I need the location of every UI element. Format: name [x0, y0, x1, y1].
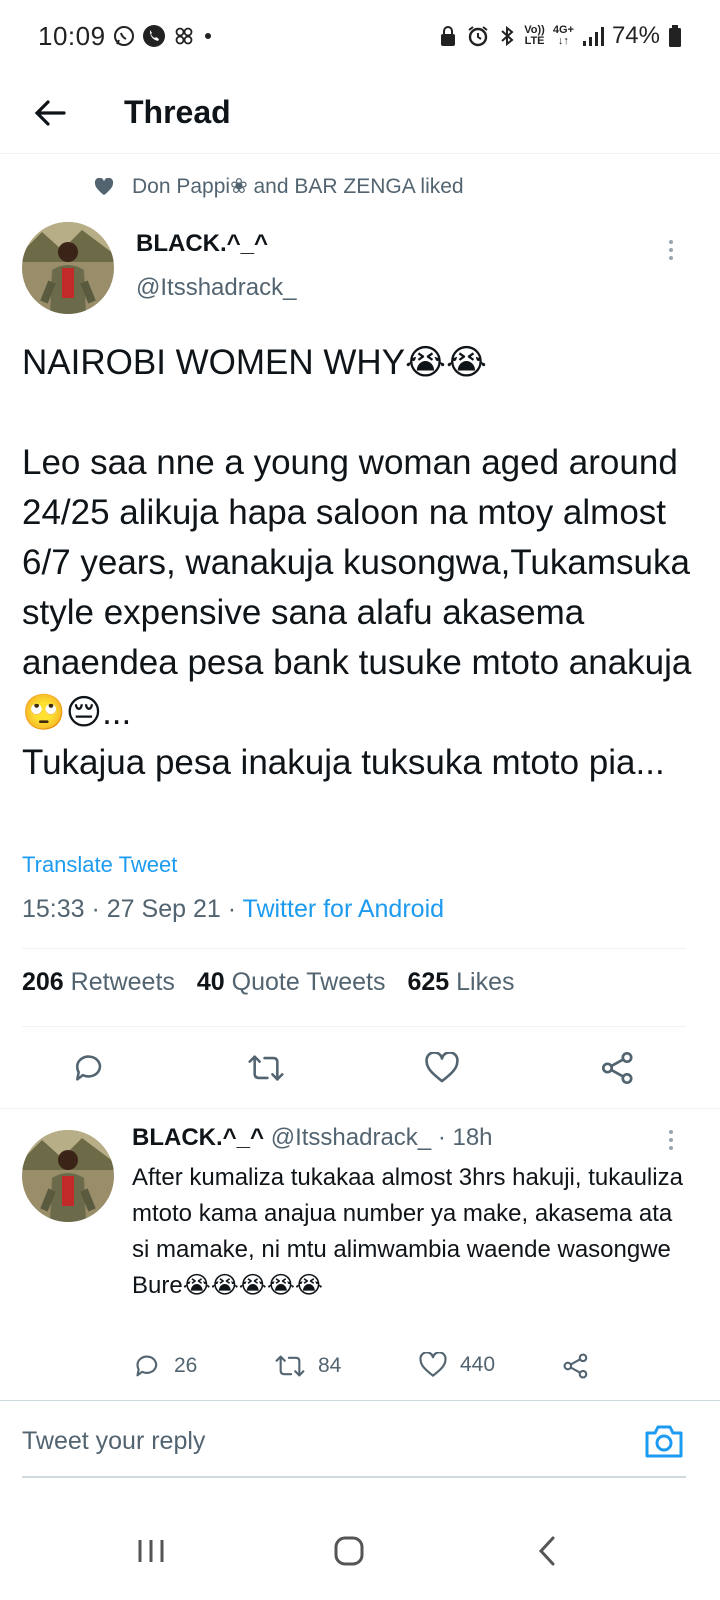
camera-icon [645, 1425, 683, 1458]
retweet-icon [248, 1055, 284, 1081]
retweet-count: 84 [318, 1354, 342, 1377]
reply-retweet-button[interactable]: 84 [274, 1352, 341, 1380]
author-handle[interactable]: @Itsshadrack_ [136, 274, 296, 302]
reply-author-handle[interactable]: @Itsshadrack_ [271, 1124, 431, 1151]
reply-reply-button[interactable]: 26 [134, 1352, 197, 1380]
recent-apps-icon [138, 1540, 164, 1562]
likes-stat[interactable]: 625 Likes [407, 968, 514, 997]
reply-composer: Tweet your reply [0, 1400, 720, 1480]
bluetooth-icon [498, 24, 516, 48]
reply-header[interactable]: BLACK.^_^ @Itsshadrack_ · 18h [132, 1124, 493, 1152]
battery-percent: 74% [611, 22, 660, 49]
system-nav-bar [0, 1500, 720, 1600]
reply-count: 26 [174, 1354, 198, 1377]
whatsapp-icon [112, 24, 136, 48]
tweet-source-link[interactable]: Twitter for Android [243, 895, 444, 923]
social-context: Don Pappi❀ and BAR ZENGA liked [94, 174, 464, 199]
reply-actions: 26 84 440 [0, 1352, 720, 1388]
pinwheel-icon [172, 24, 196, 48]
reply-input-underline [22, 1476, 686, 1478]
profile-photo [22, 222, 114, 314]
divider [0, 1108, 720, 1109]
notification-dot-icon [202, 30, 214, 42]
profile-photo [22, 1130, 114, 1222]
top-app-bar: Thread [0, 72, 720, 154]
more-options-icon[interactable] [656, 230, 686, 270]
retweet-button[interactable] [244, 1046, 288, 1090]
reply-input[interactable]: Tweet your reply [22, 1427, 205, 1456]
tweet-timestamp: 15:33 · 27 Sep 21 · [22, 895, 243, 923]
tweet-meta: 15:33 · 27 Sep 21 · Twitter for Android [22, 895, 444, 924]
alarm-icon [466, 24, 490, 48]
back-arrow-icon [34, 99, 66, 126]
tweet-author[interactable]: BLACK.^_^ @Itsshadrack_ [136, 230, 296, 302]
reply-time: · 18h [431, 1124, 493, 1151]
translate-tweet-link[interactable]: Translate Tweet [22, 852, 177, 878]
like-count: 440 [460, 1353, 496, 1376]
reply-like-button[interactable]: 440 [418, 1352, 495, 1378]
author-display-name[interactable]: BLACK.^_^ [136, 230, 296, 258]
status-time: 10:09 [38, 20, 106, 51]
tweet-text: NAIROBI WOMEN WHY😭😭 Leo saa nne a young … [22, 343, 692, 782]
avatar[interactable] [22, 222, 114, 314]
reply-button[interactable] [68, 1046, 112, 1090]
quote-tweets-stat[interactable]: 40 Quote Tweets [197, 968, 386, 997]
lock-icon [438, 24, 458, 48]
home-icon [334, 1536, 364, 1566]
tweet-stats: 206 Retweets 40 Quote Tweets 625 Likes [22, 968, 515, 997]
reply-author-name[interactable]: BLACK.^_^ [132, 1124, 264, 1151]
recent-apps-button[interactable] [126, 1526, 176, 1576]
phone-call-icon [142, 24, 166, 48]
signal-icon [582, 25, 604, 47]
back-nav-button[interactable] [522, 1526, 572, 1576]
share-button[interactable] [596, 1046, 640, 1090]
heart-filled-icon [94, 177, 114, 195]
volte-indicator: Vo)) LTE [524, 24, 545, 47]
share-icon [601, 1051, 633, 1085]
status-bar: 10:09 Vo)) LTE 4G+ ↓↑ 74% [0, 0, 720, 72]
battery-icon [668, 24, 682, 48]
home-button[interactable] [324, 1526, 374, 1576]
reply-icon [75, 1055, 102, 1081]
retweets-stat[interactable]: 206 Retweets [22, 968, 175, 997]
divider [22, 1026, 686, 1027]
back-button[interactable] [20, 83, 80, 143]
network-type: 4G+ ↓↑ [552, 24, 574, 47]
reply-more-options-icon[interactable] [656, 1120, 686, 1160]
tweet-actions [0, 1046, 720, 1090]
divider [22, 948, 686, 949]
reply-share-button[interactable] [562, 1352, 590, 1380]
retweet-icon [275, 1355, 305, 1377]
heart-icon [425, 1052, 459, 1083]
reply-icon [136, 1355, 158, 1377]
back-chevron-icon [538, 1536, 555, 1566]
reply-text: After kumaliza tukakaa almost 3hrs hakuj… [132, 1164, 683, 1299]
page-title: Thread [124, 94, 231, 130]
heart-icon [419, 1352, 447, 1377]
share-icon [563, 1353, 588, 1379]
reply-avatar[interactable] [22, 1130, 114, 1222]
camera-button[interactable] [644, 1423, 684, 1459]
like-button[interactable] [420, 1046, 464, 1090]
social-context-text: Don Pappi❀ and BAR ZENGA liked [132, 175, 464, 198]
